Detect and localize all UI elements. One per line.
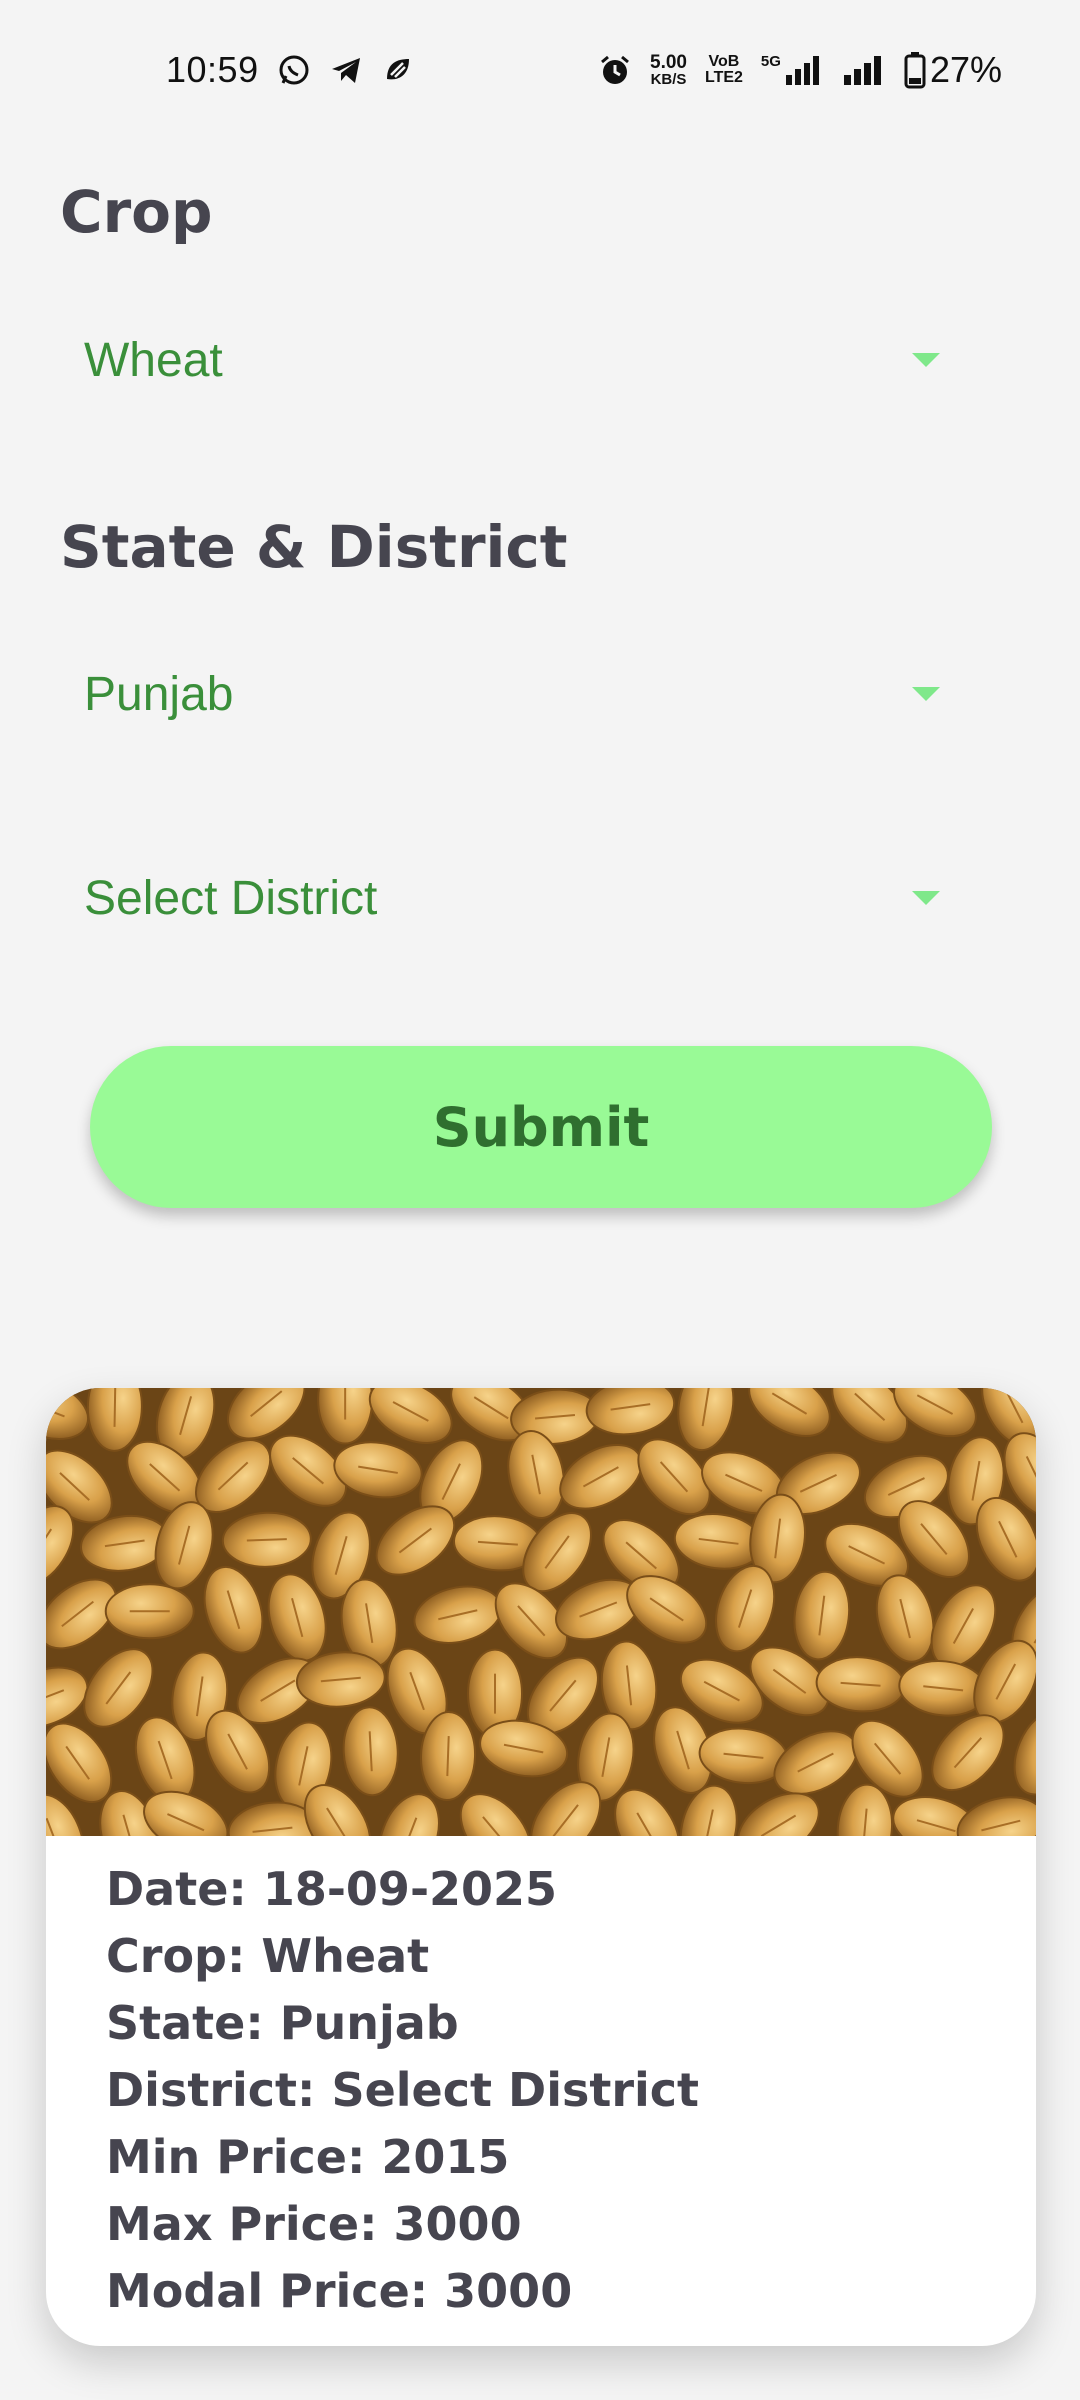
signal-icon bbox=[785, 56, 819, 85]
wheat-image bbox=[46, 1388, 1036, 1836]
result-state: State: Punjab bbox=[106, 1996, 459, 2050]
battery-percent: 27% bbox=[929, 49, 1002, 90]
state-selected-value: Punjab bbox=[84, 667, 234, 721]
volte-top: VoB bbox=[708, 53, 740, 70]
crop-title: Crop bbox=[60, 178, 213, 246]
crop-dropdown[interactable]: Wheat bbox=[60, 300, 980, 420]
result-modal-price: Modal Price: 3000 bbox=[106, 2264, 573, 2318]
submit-button[interactable]: Submit bbox=[90, 1046, 992, 1208]
alarm-icon bbox=[601, 55, 629, 84]
crop-selected-value: Wheat bbox=[84, 333, 223, 387]
result-min-price: Min Price: 2015 bbox=[106, 2130, 510, 2184]
app-icon bbox=[386, 59, 409, 80]
signal-group-1: 5G bbox=[761, 53, 824, 87]
status-bar-left: 10:59 bbox=[166, 49, 415, 91]
result-details: Date: 18-09-2025 Crop: Wheat State: Punj… bbox=[46, 1836, 1036, 2325]
result-card: Date: 18-09-2025 Crop: Wheat State: Punj… bbox=[46, 1388, 1036, 2346]
wheat-grain-crease bbox=[246, 1538, 287, 1542]
dropdown-arrow-icon bbox=[912, 687, 940, 701]
network-type: 5G bbox=[760, 53, 781, 70]
district-selected-value: Select District bbox=[84, 871, 378, 925]
volte-indicator: VoB LTE2 bbox=[705, 54, 743, 86]
wheat-grain-crease bbox=[113, 1388, 117, 1427]
battery-icon bbox=[904, 52, 926, 89]
result-district: District: Select District bbox=[106, 2063, 700, 2117]
result-crop: Crop: Wheat bbox=[106, 1929, 430, 1983]
signal-icon-2 bbox=[843, 56, 881, 85]
battery-group: 27% bbox=[904, 49, 1002, 91]
state-district-title: State & District bbox=[60, 513, 568, 581]
state-dropdown[interactable]: Punjab bbox=[60, 634, 980, 754]
dropdown-arrow-icon bbox=[912, 891, 940, 905]
volte-bottom: LTE2 bbox=[704, 69, 743, 86]
speed-unit: KB/S bbox=[650, 71, 687, 88]
status-time: 10:59 bbox=[166, 49, 259, 90]
whatsapp-icon bbox=[279, 55, 309, 85]
result-date: Date: 18-09-2025 bbox=[106, 1862, 558, 1916]
status-bar-right: 5.00 KB/S VoB LTE2 5G 27% bbox=[598, 49, 1002, 91]
dropdown-arrow-icon bbox=[912, 353, 940, 367]
result-max-price: Max Price: 3000 bbox=[106, 2197, 522, 2251]
wheat-grain-crease bbox=[446, 1736, 450, 1777]
network-speed: 5.00 KB/S bbox=[650, 53, 687, 87]
speed-value: 5.00 bbox=[650, 52, 687, 73]
telegram-icon bbox=[331, 58, 360, 83]
status-bar: 10:59 5.00 KB/S VoB LTE2 5G 27% bbox=[0, 0, 1080, 140]
district-dropdown[interactable]: Select District bbox=[60, 838, 980, 958]
